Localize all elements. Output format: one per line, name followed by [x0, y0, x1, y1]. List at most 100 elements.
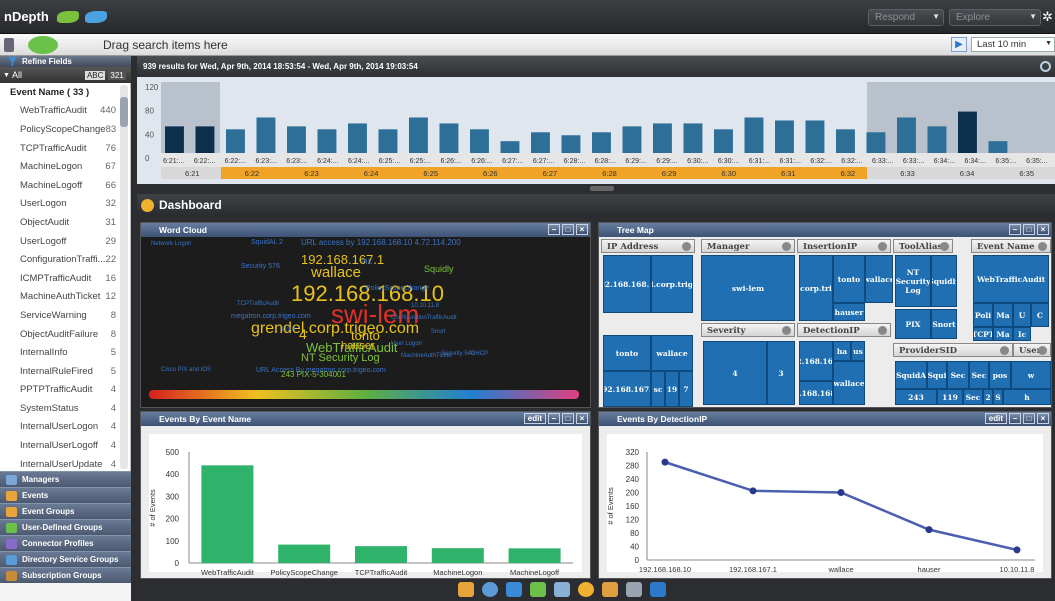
timeline-bar[interactable]	[714, 129, 733, 153]
tree-map-cell[interactable]: wallace	[865, 255, 893, 303]
tree-map-cell[interactable]: TCPT	[973, 327, 993, 341]
tree-map-header[interactable]: ProviderSID	[893, 343, 1013, 357]
timeline-bar[interactable]	[897, 117, 916, 154]
tree-map-cell[interactable]: tonto	[603, 335, 651, 371]
remove-icon[interactable]	[1000, 346, 1009, 355]
tree-map-cell[interactable]: Sec	[963, 389, 983, 405]
word-cloud-word[interactable]: Cisco PIX and IOS	[161, 367, 211, 373]
timeline-bar[interactable]	[378, 129, 398, 153]
field-item[interactable]: SystemStatus 4	[0, 399, 130, 418]
bar[interactable]	[278, 544, 331, 563]
minimize-button[interactable]: –	[1009, 224, 1021, 235]
word-cloud-word[interactable]: URL access by 192.168.168.10 4.72.114.20…	[301, 239, 461, 247]
data-point[interactable]	[1013, 546, 1021, 554]
tree-map-cell[interactable]: 243	[895, 389, 937, 405]
field-item[interactable]: ServiceWarning 8	[0, 306, 130, 325]
tree-map-cell[interactable]: S	[993, 389, 1003, 405]
line-chart-widget-icon[interactable]	[554, 582, 570, 597]
word-cloud-word[interactable]: wallace	[311, 265, 361, 280]
word-cloud-word[interactable]: User Logon	[391, 341, 422, 347]
remove-icon[interactable]	[682, 242, 691, 251]
field-item[interactable]: ICMPTrafficAudit 16	[0, 269, 130, 288]
tree-map-cell[interactable]: 7	[679, 371, 693, 407]
tree-map-header[interactable]: InsertionIP	[797, 239, 891, 253]
timeline-bar[interactable]	[958, 111, 977, 153]
tree-map-cell[interactable]: U	[1013, 303, 1031, 327]
word-cloud-word[interactable]: 10.10.11.8	[411, 303, 439, 309]
timeline-bar[interactable]	[470, 129, 489, 153]
tree-map-widget-icon[interactable]	[650, 582, 666, 597]
tree-map-cell[interactable]: grendel.corp.trigeo.com	[799, 255, 833, 321]
tree-map-cell[interactable]: tonto	[833, 255, 865, 303]
tree-map-header[interactable]: Event Name	[971, 239, 1051, 253]
tree-map-cell[interactable]: sc	[651, 371, 665, 407]
timeline-bar[interactable]	[592, 132, 611, 153]
timeline-bar[interactable]	[439, 123, 459, 153]
tree-map-cell[interactable]: wallace	[651, 335, 693, 371]
tree-map-cell[interactable]: grendel.corp.trigeo.com	[651, 255, 693, 313]
data-point[interactable]	[661, 458, 669, 466]
maximize-button[interactable]: □	[562, 413, 574, 424]
timeline-bar[interactable]	[988, 141, 1008, 153]
gear-icon[interactable]: ✲	[1042, 9, 1053, 25]
data-point[interactable]	[837, 489, 845, 496]
tree-map-cell[interactable]: PIX	[895, 309, 931, 339]
event-name-group-header[interactable]: Event Name ( 33 )	[0, 83, 130, 102]
tree-map-cell[interactable]: WebTrafficAudit	[973, 255, 1049, 303]
bar[interactable]	[431, 548, 484, 563]
timeline-bar[interactable]	[561, 135, 581, 153]
nav-subscription-groups[interactable]: Subscription Groups	[0, 567, 131, 583]
respond-select[interactable]: Respond ▼	[868, 9, 944, 26]
search-input[interactable]: Drag search items here	[103, 38, 228, 52]
bar[interactable]	[508, 548, 561, 563]
play-button[interactable]: ▶	[951, 37, 967, 52]
toggle-switch-icon[interactable]	[4, 38, 14, 52]
circle-widget-icon[interactable]	[482, 582, 498, 597]
word-cloud-word[interactable]: PolicyScopeChange	[366, 285, 429, 292]
field-item[interactable]: ObjectAuditFailure 8	[0, 325, 130, 344]
scrollbar-thumb[interactable]	[120, 97, 128, 127]
field-item[interactable]: TCPTrafficAudit 76	[0, 139, 130, 158]
remove-icon[interactable]	[878, 242, 887, 251]
timeline-bar[interactable]	[287, 126, 306, 153]
tree-map-cell[interactable]: 192.168.168.10	[603, 255, 651, 313]
timeline-bar[interactable]	[866, 132, 886, 153]
word-cloud-word[interactable]: MachineAuthTicket	[401, 353, 452, 359]
nav-managers[interactable]: Managers	[0, 471, 131, 487]
field-item[interactable]: MachineAuthTicket 12	[0, 288, 130, 307]
tree-map-cell[interactable]: 192.168.167.1	[799, 341, 833, 381]
tree-map-cell[interactable]: pos	[989, 361, 1011, 389]
tree-map-cell[interactable]: NT Security Log	[895, 255, 931, 307]
word-cloud-word[interactable]: Squidly	[424, 265, 454, 274]
back-fish-icon[interactable]	[56, 10, 79, 23]
field-item[interactable]: InternalUserLogoff 4	[0, 436, 130, 455]
tree-map-header[interactable]: IP Address	[601, 239, 695, 253]
data-point[interactable]	[925, 526, 933, 534]
remove-icon[interactable]	[782, 242, 791, 251]
field-item[interactable]: MachineLogon 67	[0, 157, 130, 176]
tree-map-cell[interactable]: swi-lem	[701, 255, 795, 321]
bar[interactable]	[201, 465, 254, 563]
remove-icon[interactable]	[878, 326, 887, 335]
tree-map-cell[interactable]: 192.168.167.1	[603, 371, 651, 407]
timeline-bar[interactable]	[409, 117, 428, 154]
tree-map-cell[interactable]: Sec	[969, 361, 989, 389]
tree-map-cell[interactable]: wallace	[833, 361, 865, 405]
word-cloud-word[interactable]: DHCP	[471, 351, 488, 357]
timeline-bar[interactable]	[500, 141, 520, 153]
timeline-bar[interactable]	[683, 123, 703, 153]
tree-map-cell[interactable]: Sec	[947, 361, 969, 389]
tree-map-cell[interactable]: 2	[983, 389, 993, 405]
word-cloud-word[interactable]: PIX	[361, 259, 372, 266]
maximize-button[interactable]: □	[562, 224, 574, 235]
timeline-bar[interactable]	[165, 126, 184, 153]
word-cloud-word[interactable]: grendel.corp.trigeo.com	[251, 321, 419, 337]
timeline-bar[interactable]	[622, 126, 642, 153]
timeline-bar[interactable]	[836, 129, 855, 153]
tree-map-cell[interactable]: Snort	[931, 309, 957, 339]
nav-events[interactable]: Events	[0, 487, 131, 503]
bar-chart-widget-icon[interactable]	[530, 582, 546, 597]
table-widget-icon[interactable]	[626, 582, 642, 597]
minimize-button[interactable]: –	[1009, 413, 1021, 424]
field-item[interactable]: PolicyScopeChange 83	[0, 120, 130, 139]
